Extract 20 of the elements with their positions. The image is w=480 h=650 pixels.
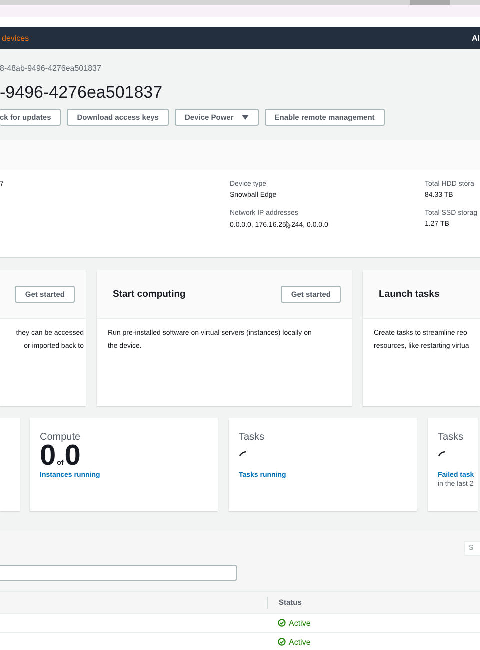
check-circle-icon [278,638,286,646]
nav-link[interactable]: devices [2,34,30,42]
status-text: Active [289,638,311,647]
page-title: -9496-4276ea501837 [0,83,164,103]
caret-icon [242,115,249,120]
stat-count: 0 [40,443,56,469]
mouse-pointer-icon [286,221,292,229]
stat-title: Compute [40,432,81,443]
stat-total: 0 [64,443,81,469]
spinner-icon [239,451,247,457]
breadcrumb: 8-48ab-9496-4276ea501837 [0,64,102,74]
spinner-icon [438,451,446,457]
card-title: Start computing [113,288,186,300]
status-text: Active [289,618,311,628]
card-title: Launch tasks [379,288,440,300]
nav-link[interactable]: Al [472,34,480,42]
stat-title: Tasks [438,432,464,443]
search-field[interactable] [0,565,237,581]
stat-title: Tasks [239,432,265,443]
check-circle-icon [278,619,286,628]
